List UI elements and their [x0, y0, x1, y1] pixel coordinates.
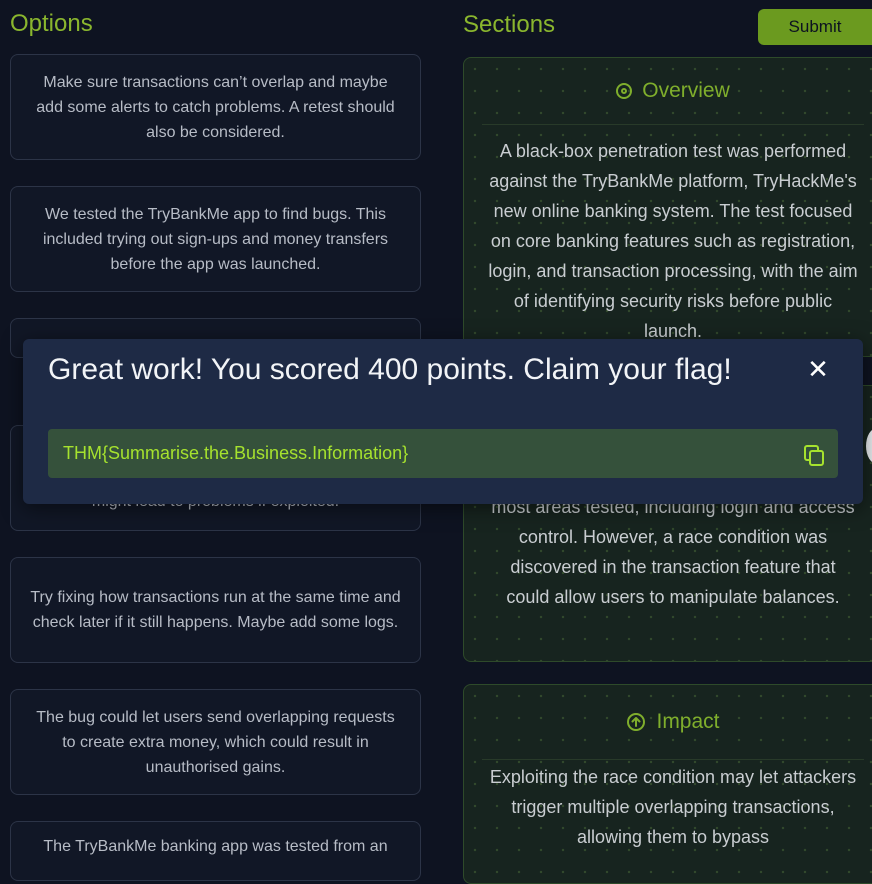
option-card[interactable]: The TryBankMe banking app was tested fro… [10, 821, 421, 881]
lifebuoy-icon [616, 83, 633, 99]
flag-field[interactable]: THM{Summarise.the.Business.Information} [48, 429, 838, 478]
option-card-text: Make sure transactions can’t overlap and… [36, 73, 395, 141]
section-overview-title: Overview [482, 58, 864, 125]
arrow-up-circle-icon [627, 713, 646, 731]
section-impact[interactable]: Impact Exploiting the race condition may… [463, 684, 872, 884]
option-card-text: We tested the TryBankMe app to find bugs… [42, 205, 389, 273]
submit-button[interactable]: Submit [758, 9, 872, 45]
option-card-text: Try fixing how transactions run at the s… [30, 589, 401, 631]
section-overview[interactable]: Overview A black-box penetration test wa… [463, 57, 872, 357]
flag-value[interactable]: THM{Summarise.the.Business.Information} [63, 443, 408, 464]
modal-title: Great work! You scored 400 points. Claim… [48, 353, 732, 386]
sections-heading: Sections [463, 11, 556, 38]
option-card[interactable]: Try fixing how transactions run at the s… [10, 557, 421, 663]
close-icon[interactable]: ✕ [804, 355, 832, 383]
section-title-label: Impact [656, 710, 720, 733]
section-impact-body: Exploiting the race condition may let at… [489, 767, 857, 847]
section-overview-body: A black-box penetration test was perform… [488, 141, 858, 341]
section-findings-body: most areas tested, including login and a… [491, 497, 855, 607]
option-card[interactable]: We tested the TryBankMe app to find bugs… [10, 186, 421, 292]
section-title-label: Overview [642, 79, 730, 102]
option-card-text: The TryBankMe banking app was tested fro… [43, 838, 388, 855]
options-heading: Options [10, 10, 93, 37]
option-card-text: The bug could let users send overlapping… [36, 708, 395, 776]
option-card[interactable]: Make sure transactions can’t overlap and… [10, 54, 421, 160]
copy-icon[interactable] [803, 444, 824, 466]
section-impact-title: Impact [482, 685, 864, 760]
option-card[interactable]: The bug could let users send overlapping… [10, 689, 421, 795]
flag-modal: Great work! You scored 400 points. Claim… [23, 339, 863, 504]
